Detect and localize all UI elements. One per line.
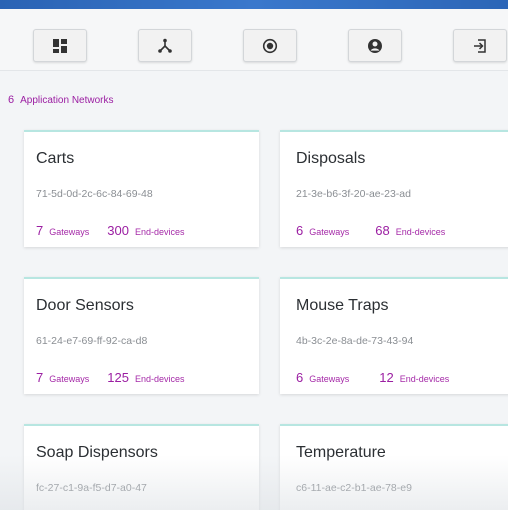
device-label: End-devices — [399, 374, 450, 384]
gateway-count: 6 — [296, 223, 304, 238]
account-button[interactable] — [348, 29, 402, 62]
card-title: Door Sensors — [36, 297, 134, 314]
gateway-count: 7 — [36, 370, 44, 385]
network-card-soap-dispensors[interactable]: Soap Dispensors fc-27-c1-9a-f5-d7-a0-47 — [24, 424, 259, 510]
device-label: End-devices — [134, 227, 185, 237]
card-eui: 4b-3c-2e-8a-de-73-43-94 — [296, 335, 414, 347]
window-top-bar — [0, 0, 508, 9]
network-card-mouse-traps[interactable]: Mouse Traps 4b-3c-2e-8a-de-73-43-94 6 Gat… — [280, 277, 508, 394]
network-topology-icon — [157, 38, 173, 54]
card-eui: 21-3e-b6-3f-20-ae-23-ad — [296, 188, 411, 200]
network-count-value: 6 — [8, 94, 15, 106]
card-title: Mouse Traps — [296, 297, 389, 314]
dashboard-grid-icon — [53, 38, 67, 53]
sign-in-icon — [472, 38, 488, 54]
user-circle-icon — [367, 38, 383, 54]
network-count-label: Application Networks — [20, 95, 114, 106]
network-card-door-sensors[interactable]: Door Sensors 61-24-e7-69-ff-92-ca-d8 7 Ga… — [24, 277, 259, 394]
network-card-disposals[interactable]: Disposals 21-3e-b6-3f-20-ae-23-ad 6 Gatew… — [280, 130, 508, 247]
card-eui: c6-11-ae-c2-b1-ae-78-e9 — [296, 482, 412, 494]
dashboard-button[interactable] — [33, 29, 87, 62]
radio-record-icon — [262, 38, 278, 54]
device-label: End-devices — [134, 374, 185, 384]
device-label: End-devices — [395, 227, 446, 237]
card-stats: 7 Gateways 125 End-devices — [36, 370, 185, 385]
device-count: 125 — [107, 370, 129, 385]
gateway-button[interactable] — [243, 29, 297, 62]
gateway-label: Gateways — [309, 227, 350, 237]
card-stats: 7 Gateways 300 End-devices — [36, 223, 185, 238]
card-eui: 71-5d-0d-2c-6c-84-69-48 — [36, 188, 153, 200]
toolbar — [0, 9, 508, 71]
device-count: 300 — [107, 223, 129, 238]
card-title: Soap Dispensors — [36, 444, 158, 461]
gateway-label: Gateways — [49, 374, 90, 384]
gateway-label: Gateways — [309, 374, 350, 384]
network-card-temperature[interactable]: Temperature c6-11-ae-c2-b1-ae-78-e9 — [280, 424, 508, 510]
network-card-carts[interactable]: Carts 71-5d-0d-2c-6c-84-69-48 7 Gateways 3… — [24, 130, 259, 247]
card-title: Temperature — [296, 444, 386, 461]
card-title: Disposals — [296, 150, 366, 167]
gateway-count: 6 — [296, 370, 304, 385]
card-eui: fc-27-c1-9a-f5-d7-a0-47 — [36, 482, 147, 494]
gateway-label: Gateways — [49, 227, 90, 237]
gateway-count: 7 — [36, 223, 44, 238]
card-stats: 6 Gateways 68 End-devices — [296, 223, 445, 238]
card-eui: 61-24-e7-69-ff-92-ca-d8 — [36, 335, 148, 347]
card-title: Carts — [36, 150, 75, 167]
sign-in-button[interactable] — [453, 29, 507, 62]
card-stats: 6 Gateways 12 End-devices — [296, 370, 449, 385]
device-count: 12 — [379, 370, 394, 385]
device-count: 68 — [375, 223, 390, 238]
network-count: 6 Application Networks — [8, 94, 114, 106]
network-topology-button[interactable] — [138, 29, 192, 62]
